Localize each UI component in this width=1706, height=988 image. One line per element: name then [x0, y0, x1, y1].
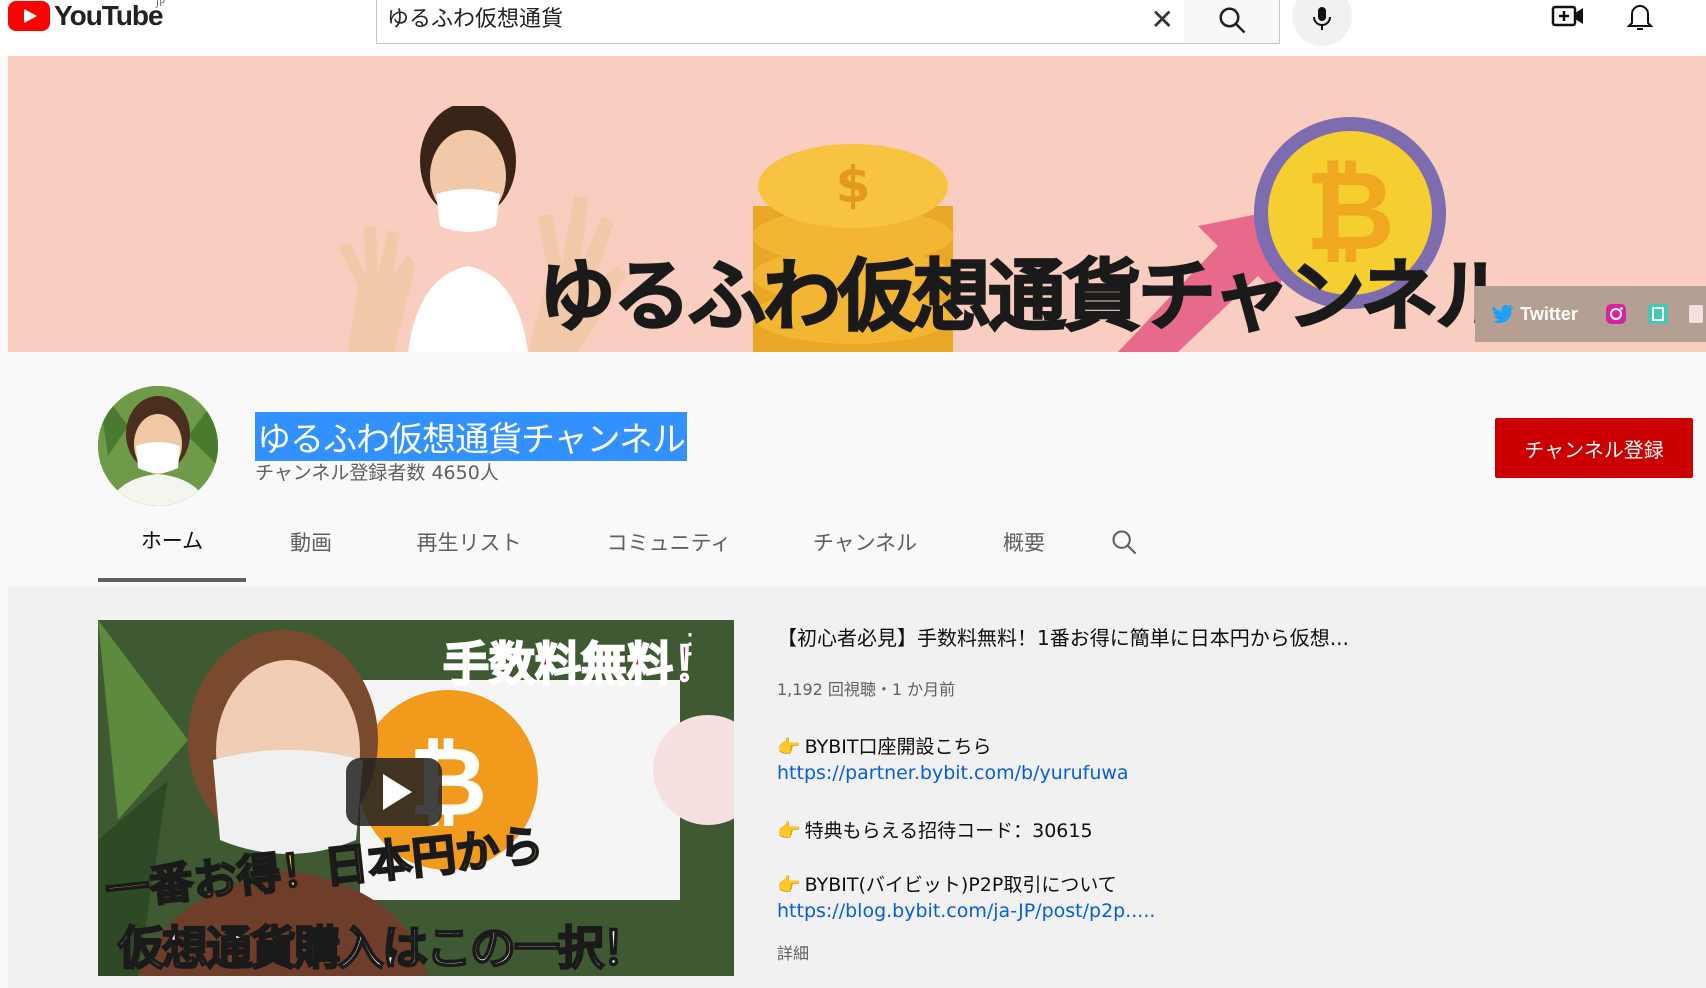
channel-name: ゆるふわ仮想通貨チャンネル — [255, 412, 687, 461]
banner-social-links: Twitter — [1475, 286, 1706, 342]
notifications-button[interactable] — [1620, 0, 1660, 32]
subscribe-button[interactable]: チャンネル登録 — [1495, 418, 1693, 478]
top-bar: YouTube JP ✕ — [0, 0, 1706, 56]
featured-video-thumbnail[interactable]: ₿ 手数料無料！ 一番お得！日本円から 仮想通貨購入はこの一択！ ⋮ — [98, 620, 734, 976]
country-code: JP — [156, 0, 165, 9]
pointing-hand-icon: 👉 — [777, 820, 801, 842]
mic-icon — [1313, 7, 1331, 30]
create-video-icon — [1551, 5, 1583, 27]
banner-person-illustration — [408, 106, 528, 352]
channel-header: ゆるふわ仮想通貨チャンネル チャンネル登録者数 4650人 チャンネル登録 ホー… — [8, 362, 1706, 584]
description-line: 👉 BYBIT(バイビット)P2P取引について — [777, 874, 1117, 896]
tab-channels[interactable]: チャンネル — [776, 502, 954, 582]
instagram-link[interactable] — [1595, 286, 1637, 342]
search-icon — [1219, 7, 1245, 34]
search-box[interactable]: ✕ — [376, 0, 1185, 44]
tab-videos[interactable]: 動画 — [246, 502, 376, 582]
twitter-label: Twitter — [1520, 303, 1578, 324]
description-link[interactable]: https://blog.bybit.com/ja-JP/post/p2p...… — [777, 900, 1155, 922]
featured-video-meta: 1,192 回視聴・1 か月前 — [777, 680, 956, 699]
twitter-link[interactable]: Twitter — [1475, 286, 1595, 342]
twitter-icon — [1492, 305, 1514, 323]
other-social-link[interactable] — [1679, 286, 1706, 342]
tab-community[interactable]: コミュニティ — [562, 502, 776, 582]
link-icon — [1689, 305, 1703, 323]
featured-section: ₿ 手数料無料！ 一番お得！日本円から 仮想通貨購入はこの一択！ ⋮ 【初心者必… — [8, 586, 1706, 988]
description-line: 👉 BYBIT口座開設こちら — [777, 736, 992, 758]
pointing-hand-icon: 👉 — [777, 736, 801, 758]
svg-text:$: $ — [836, 156, 871, 214]
clear-search-icon[interactable]: ✕ — [1151, 3, 1174, 36]
youtube-play-icon — [8, 1, 50, 31]
search-button[interactable] — [1184, 0, 1280, 44]
logo-text: YouTube — [54, 0, 164, 31]
tab-about[interactable]: 概要 — [954, 502, 1094, 582]
channel-tabs: ホーム 動画 再生リスト コミュニティ チャンネル 概要 — [98, 502, 1154, 582]
pointing-hand-icon: 👉 — [777, 874, 801, 896]
featured-video-title[interactable]: 【初心者必見】手数料無料！1番お得に簡単に日本円から仮想... — [777, 622, 1349, 651]
thumbnail-text-bottom: 仮想通貨購入はこの一択！ — [117, 920, 649, 976]
note-icon — [1648, 304, 1668, 324]
avatar-image — [98, 386, 218, 506]
tab-home[interactable]: ホーム — [98, 502, 246, 582]
description-line: 👉 特典もらえる招待コード：30615 — [777, 820, 1093, 842]
notifications-icon — [1626, 5, 1654, 30]
channel-banner: $ ₿ ゆるふわ仮想通貨チャンネル Twitter — [8, 56, 1706, 352]
search-icon — [1112, 530, 1137, 555]
video-more-options-icon[interactable]: ⋮ — [676, 630, 704, 674]
description-link[interactable]: https://partner.bybit.com/b/yurufuwa — [777, 762, 1129, 784]
create-button[interactable] — [1548, 0, 1588, 32]
subscriber-count: チャンネル登録者数 4650人 — [255, 462, 499, 484]
banner-title: ゆるふわ仮想通貨チャンネル — [537, 251, 1515, 343]
voice-search-button[interactable] — [1292, 0, 1352, 46]
show-more-link[interactable]: 詳細 — [777, 940, 809, 964]
note-link[interactable] — [1637, 286, 1679, 342]
channel-search-button[interactable] — [1094, 502, 1154, 582]
channel-avatar[interactable] — [98, 386, 218, 506]
instagram-icon — [1606, 304, 1626, 324]
search-input[interactable] — [387, 0, 1087, 35]
tab-playlists[interactable]: 再生リスト — [376, 502, 562, 582]
banner-left-hand — [338, 226, 416, 352]
youtube-logo[interactable]: YouTube JP — [8, 0, 165, 32]
